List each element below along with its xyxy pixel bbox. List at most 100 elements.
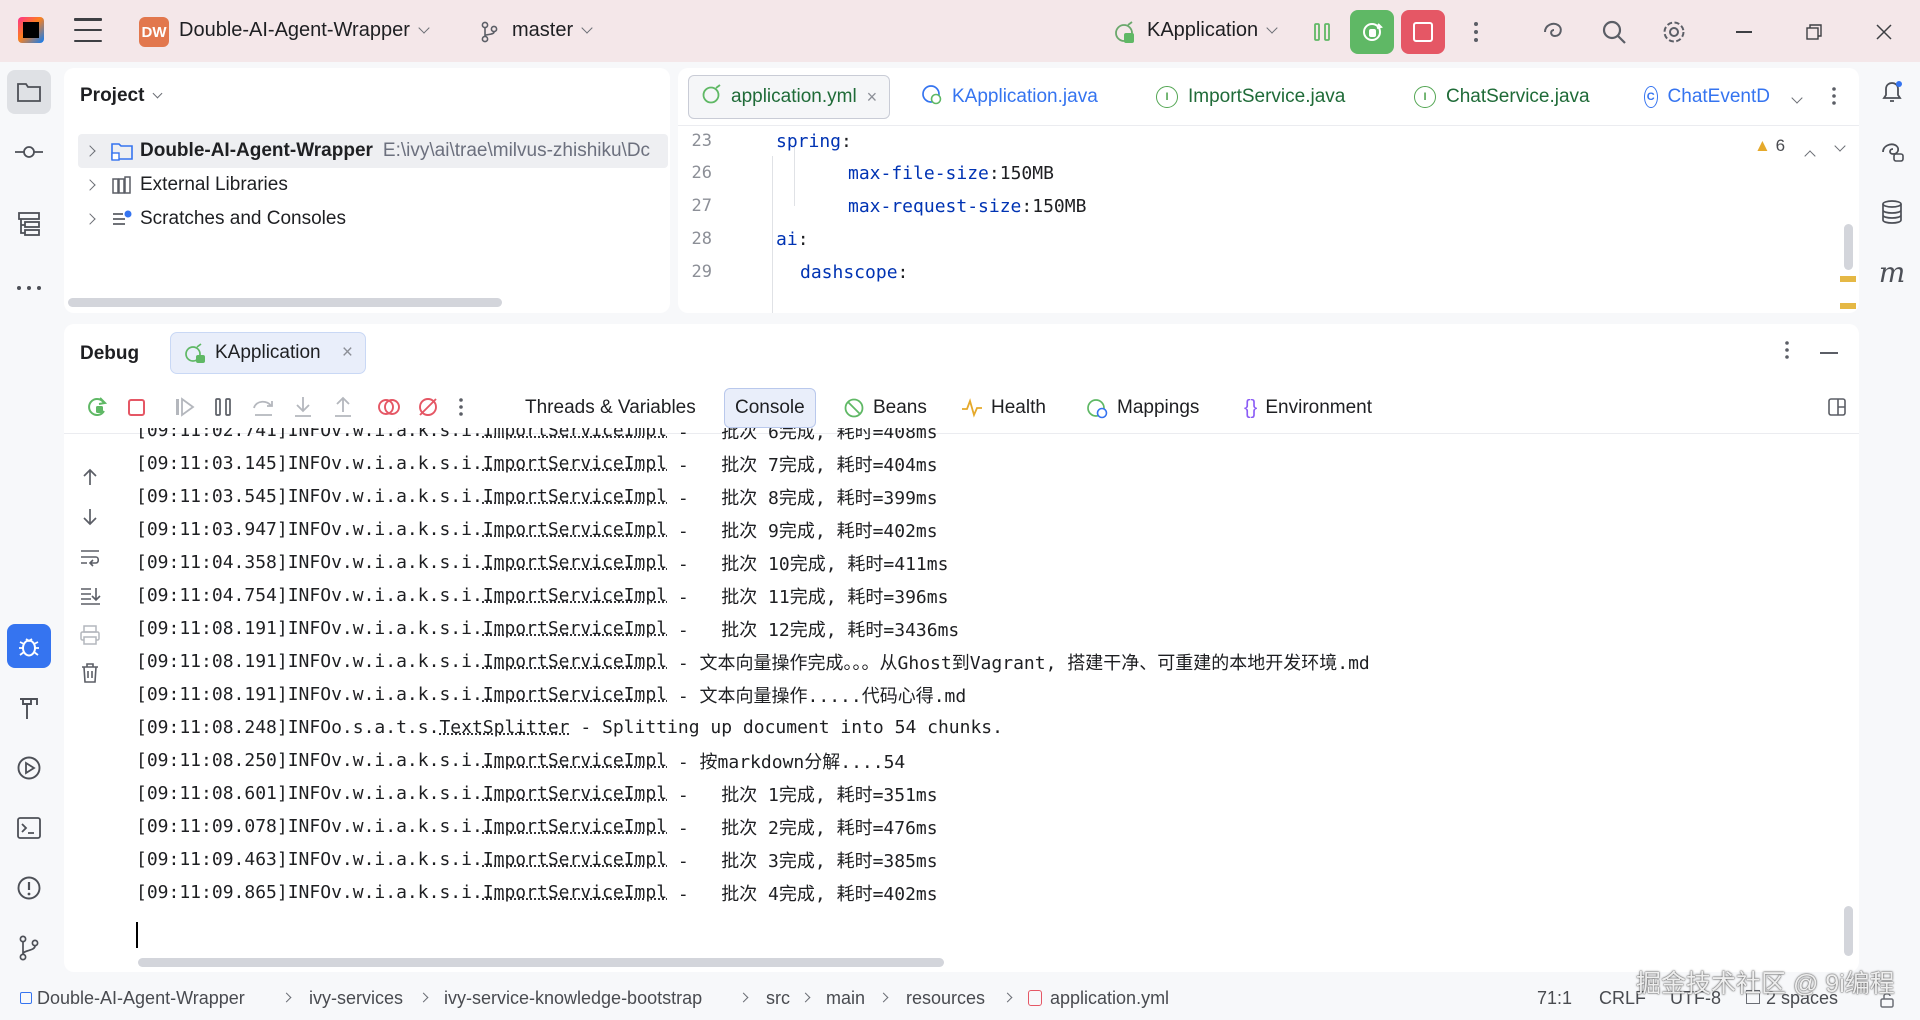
logger-class-link[interactable]: ImportServiceImpl	[483, 783, 667, 804]
tab-environment[interactable]: {} Environment	[1234, 388, 1382, 428]
tab-console[interactable]: Console	[724, 388, 816, 428]
intellij-logo-icon[interactable]	[18, 17, 44, 43]
branch-selector[interactable]: master	[512, 19, 593, 42]
logger-class-link[interactable]: ImportServiceImpl	[483, 882, 667, 903]
tabs-more-icon[interactable]	[1831, 86, 1837, 112]
restore-window-icon[interactable]	[1800, 18, 1828, 46]
close-tab-icon[interactable]: ×	[867, 87, 878, 108]
tab-health[interactable]: Health	[951, 388, 1056, 428]
notifications-button[interactable]	[1870, 70, 1914, 114]
pause-icon[interactable]	[210, 394, 236, 420]
warning-marker[interactable]	[1840, 303, 1856, 309]
build-tool-button[interactable]	[7, 686, 51, 730]
git-tool-button[interactable]	[7, 926, 51, 970]
breadcrumb-project[interactable]: Double-AI-Agent-Wrapper	[20, 988, 245, 1009]
breadcrumb-main[interactable]: main	[826, 988, 865, 1009]
debug-tool-button[interactable]	[7, 624, 51, 668]
project-badge[interactable]: DW	[139, 17, 169, 47]
console-horizontal-scrollbar[interactable]	[138, 958, 944, 967]
run-config-selector[interactable]: KApplication	[1147, 19, 1278, 42]
debug-options-icon[interactable]	[1784, 340, 1790, 366]
breadcrumb-ivy-services[interactable]: ivy-services	[309, 988, 403, 1009]
view-breakpoints-icon[interactable]	[376, 394, 402, 420]
logger-class-link[interactable]: ImportServiceImpl	[483, 428, 667, 441]
commit-tool-button[interactable]	[7, 130, 51, 174]
tab-mappings[interactable]: Mappings	[1075, 388, 1209, 428]
warning-marker[interactable]	[1840, 276, 1856, 282]
resume-icon[interactable]	[171, 394, 197, 420]
tab-importservice-java[interactable]: I ImportService.java	[1144, 75, 1357, 119]
minimize-window-icon[interactable]	[1730, 18, 1758, 46]
more-debug-actions-icon[interactable]	[448, 394, 474, 420]
logger-class-link[interactable]: ImportServiceImpl	[483, 486, 667, 507]
structure-tool-button[interactable]	[7, 202, 51, 246]
code-editor[interactable]: 23 spring: 26 max-file-size: 150MB 27 max-r…	[678, 126, 1859, 313]
problems-tool-button[interactable]	[7, 866, 51, 910]
settings-gear-icon[interactable]	[1660, 18, 1688, 46]
tab-threads-variables[interactable]: Threads & Variables	[515, 388, 706, 428]
project-panel-header[interactable]: Project	[80, 85, 163, 107]
breadcrumb-src[interactable]: src	[766, 988, 790, 1009]
soft-wrap-icon[interactable]	[77, 544, 103, 570]
hide-panel-icon[interactable]	[1820, 352, 1838, 354]
logger-class-link[interactable]: ImportServiceImpl	[483, 618, 667, 639]
project-tool-button[interactable]	[7, 70, 51, 114]
step-into-icon[interactable]	[290, 394, 316, 420]
scroll-down-icon[interactable]	[77, 504, 103, 530]
console-output[interactable]: [09:11:02.741] INFO v.w.i.a.k.s.i. Import…	[136, 428, 1836, 948]
vertical-scrollbar[interactable]	[1844, 224, 1853, 270]
search-icon[interactable]	[1600, 18, 1628, 46]
tab-kapplication-java[interactable]: KApplication.java	[908, 75, 1110, 119]
logger-class-link[interactable]: ImportServiceImpl	[483, 519, 667, 540]
maven-button[interactable]: m	[1870, 250, 1914, 294]
close-window-icon[interactable]	[1870, 18, 1898, 46]
ai-assistant-icon[interactable]	[1540, 18, 1568, 46]
tab-beans[interactable]: Beans	[833, 388, 937, 428]
pause-program-icon[interactable]	[1308, 18, 1336, 46]
terminal-tool-button[interactable]	[7, 806, 51, 850]
tree-item-scratches[interactable]: Scratches and Consoles	[78, 202, 668, 236]
debug-session-tab[interactable]: KApplication ×	[170, 332, 366, 374]
stop-button[interactable]	[1401, 10, 1445, 54]
logger-class-link[interactable]: ImportServiceImpl	[483, 816, 667, 837]
tree-item-project-root[interactable]: Double-AI-Agent-Wrapper E:\ivy\ai\trae\m…	[78, 134, 668, 168]
caret-position[interactable]: 71:1	[1537, 988, 1572, 1009]
tab-application-yml[interactable]: application.yml ×	[688, 75, 891, 119]
logger-class-link[interactable]: ImportServiceImpl	[483, 453, 667, 474]
tree-item-external-libraries[interactable]: External Libraries	[78, 168, 668, 202]
tab-chatevent[interactable]: C ChatEventD	[1632, 75, 1782, 119]
breadcrumb-resources[interactable]: resources	[906, 988, 985, 1009]
logger-class-link[interactable]: ImportServiceImpl	[483, 849, 667, 870]
project-selector[interactable]: Double-AI-Agent-Wrapper	[179, 19, 430, 42]
breadcrumb-bootstrap[interactable]: ivy-service-knowledge-bootstrap	[444, 988, 702, 1009]
logger-class-link[interactable]: TextSplitter	[439, 717, 569, 738]
ai-chat-button[interactable]	[1870, 130, 1914, 174]
database-button[interactable]	[1870, 190, 1914, 234]
more-actions-icon[interactable]	[1462, 18, 1490, 46]
main-menu-icon[interactable]	[74, 18, 102, 42]
print-icon[interactable]	[77, 622, 103, 648]
logger-class-link[interactable]: ImportServiceImpl	[483, 651, 667, 672]
layout-settings-icon[interactable]	[1824, 394, 1850, 420]
step-over-icon[interactable]	[250, 394, 276, 420]
rerun-icon[interactable]	[84, 394, 110, 420]
inspection-widget[interactable]: ▲ 6	[1754, 136, 1785, 156]
services-tool-button[interactable]	[7, 746, 51, 790]
stop-icon[interactable]	[123, 394, 149, 420]
logger-class-link[interactable]: ImportServiceImpl	[483, 585, 667, 606]
scroll-up-icon[interactable]	[77, 464, 103, 490]
tabs-dropdown-icon[interactable]	[1791, 90, 1803, 112]
close-session-icon[interactable]: ×	[342, 342, 353, 364]
scroll-to-end-icon[interactable]	[77, 582, 103, 608]
tab-chatservice-java[interactable]: I ChatService.java	[1402, 75, 1602, 119]
more-tools-icon[interactable]	[7, 266, 51, 310]
clear-all-trash-icon[interactable]	[77, 660, 103, 686]
step-out-icon[interactable]	[330, 394, 356, 420]
logger-class-link[interactable]: ImportServiceImpl	[483, 750, 667, 771]
prev-highlight-icon[interactable]	[1804, 142, 1816, 163]
logger-class-link[interactable]: ImportServiceImpl	[483, 684, 667, 705]
console-vertical-scrollbar[interactable]	[1844, 906, 1853, 956]
mute-breakpoints-icon[interactable]	[415, 394, 441, 420]
rerun-debug-button[interactable]	[1350, 10, 1394, 54]
logger-class-link[interactable]: ImportServiceImpl	[483, 552, 667, 573]
